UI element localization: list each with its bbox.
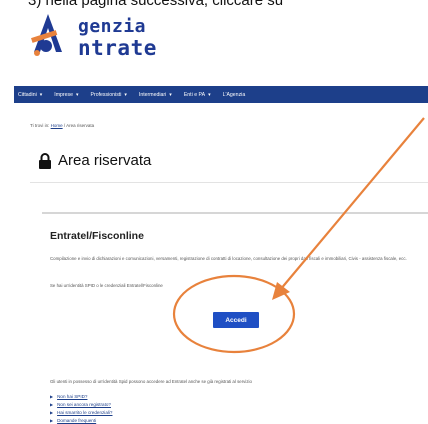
lock-icon xyxy=(39,152,51,169)
annotation-overlay xyxy=(172,117,425,354)
list-item: ▶ Non sei ancora registrato? xyxy=(50,400,112,408)
chevron-down-icon: ▾ xyxy=(39,91,43,98)
link-smarrito-credenziali[interactable]: Hai smarrito le credenziali? xyxy=(57,410,112,415)
breadcrumb-separator: / xyxy=(63,123,66,128)
main-navigation: Cittadini ▾ Imprese ▾ Professionisti ▾ Inte… xyxy=(14,86,428,103)
nav-item-intermediari[interactable]: Intermediari ▾ xyxy=(139,92,172,98)
bullet-icon: ▶ xyxy=(50,417,54,423)
nav-label: Cittadini xyxy=(18,91,37,98)
nav-item-professionisti[interactable]: Professionisti ▾ xyxy=(91,92,127,98)
link-non-registrato[interactable]: Non sei ancora registrato? xyxy=(57,402,111,407)
instruction-caption: 3) nella pagina successiva, cliccare su xyxy=(28,0,284,9)
page-title-text: Area riservata xyxy=(58,152,152,169)
logo-text-line2: ntrate xyxy=(78,36,157,60)
link-domande-frequenti[interactable]: Domande frequenti xyxy=(57,418,96,423)
nav-label: L'Agenzia xyxy=(222,91,246,98)
service-title: Entratel/Fisconline xyxy=(50,230,144,242)
breadcrumb-current: Area riservata xyxy=(66,123,95,128)
service-description: Compilazione e invio di dichiarazioni e … xyxy=(50,256,407,261)
list-item: ▶ Non hai SPID? xyxy=(50,392,112,400)
agenzia-entrate-logo[interactable]: genzia ntrate xyxy=(26,10,226,60)
card-top-border xyxy=(42,212,428,214)
nav-label: Intermediari xyxy=(138,91,167,98)
help-links: ▶ Non hai SPID? ▶ Non sei ancora registrat… xyxy=(50,392,112,424)
logo-mark-icon xyxy=(31,14,62,56)
nav-label: Professionisti xyxy=(90,91,122,98)
nav-item-imprese[interactable]: Imprese ▾ xyxy=(54,92,78,98)
nav-label: Imprese xyxy=(54,91,74,98)
link-non-hai-spid[interactable]: Non hai SPID? xyxy=(57,394,87,399)
bullet-icon: ▶ xyxy=(50,401,54,407)
breadcrumb-prefix: Ti trovi in: xyxy=(30,123,50,128)
chevron-down-icon: ▾ xyxy=(124,91,127,98)
spid-note: Se hai un'identità SPID o le credenziali… xyxy=(50,283,163,288)
bullet-icon: ▶ xyxy=(50,409,54,415)
breadcrumb-home-link[interactable]: Home xyxy=(51,123,63,128)
breadcrumb: Ti trovi in: Home / Area riservata xyxy=(30,123,94,128)
annotation-arrow-head xyxy=(272,282,290,300)
chevron-down-icon: ▾ xyxy=(208,91,211,98)
divider xyxy=(30,182,428,183)
nav-item-agenzia[interactable]: L'Agenzia xyxy=(223,92,246,98)
list-item: ▶ Hai smarrito le credenziali? xyxy=(50,408,112,416)
nav-item-enti-pa[interactable]: Enti e PA ▾ xyxy=(184,92,211,98)
bullet-icon: ▶ xyxy=(50,393,54,399)
chevron-down-icon: ▾ xyxy=(76,91,79,98)
logo-text-line1: genzia xyxy=(78,16,147,37)
nav-item-cittadini[interactable]: Cittadini ▾ xyxy=(18,92,42,98)
list-item: ▶ Domande frequenti xyxy=(50,416,112,424)
page-title: Area riservata xyxy=(38,152,151,169)
accedi-button[interactable]: Accedi xyxy=(213,312,259,328)
annotation-arrow-line xyxy=(279,117,425,291)
spid-info-text: Gli utenti in possesso di un'identità Sp… xyxy=(50,379,252,384)
chevron-down-icon: ▾ xyxy=(169,91,172,98)
nav-label: Enti e PA xyxy=(183,91,206,98)
